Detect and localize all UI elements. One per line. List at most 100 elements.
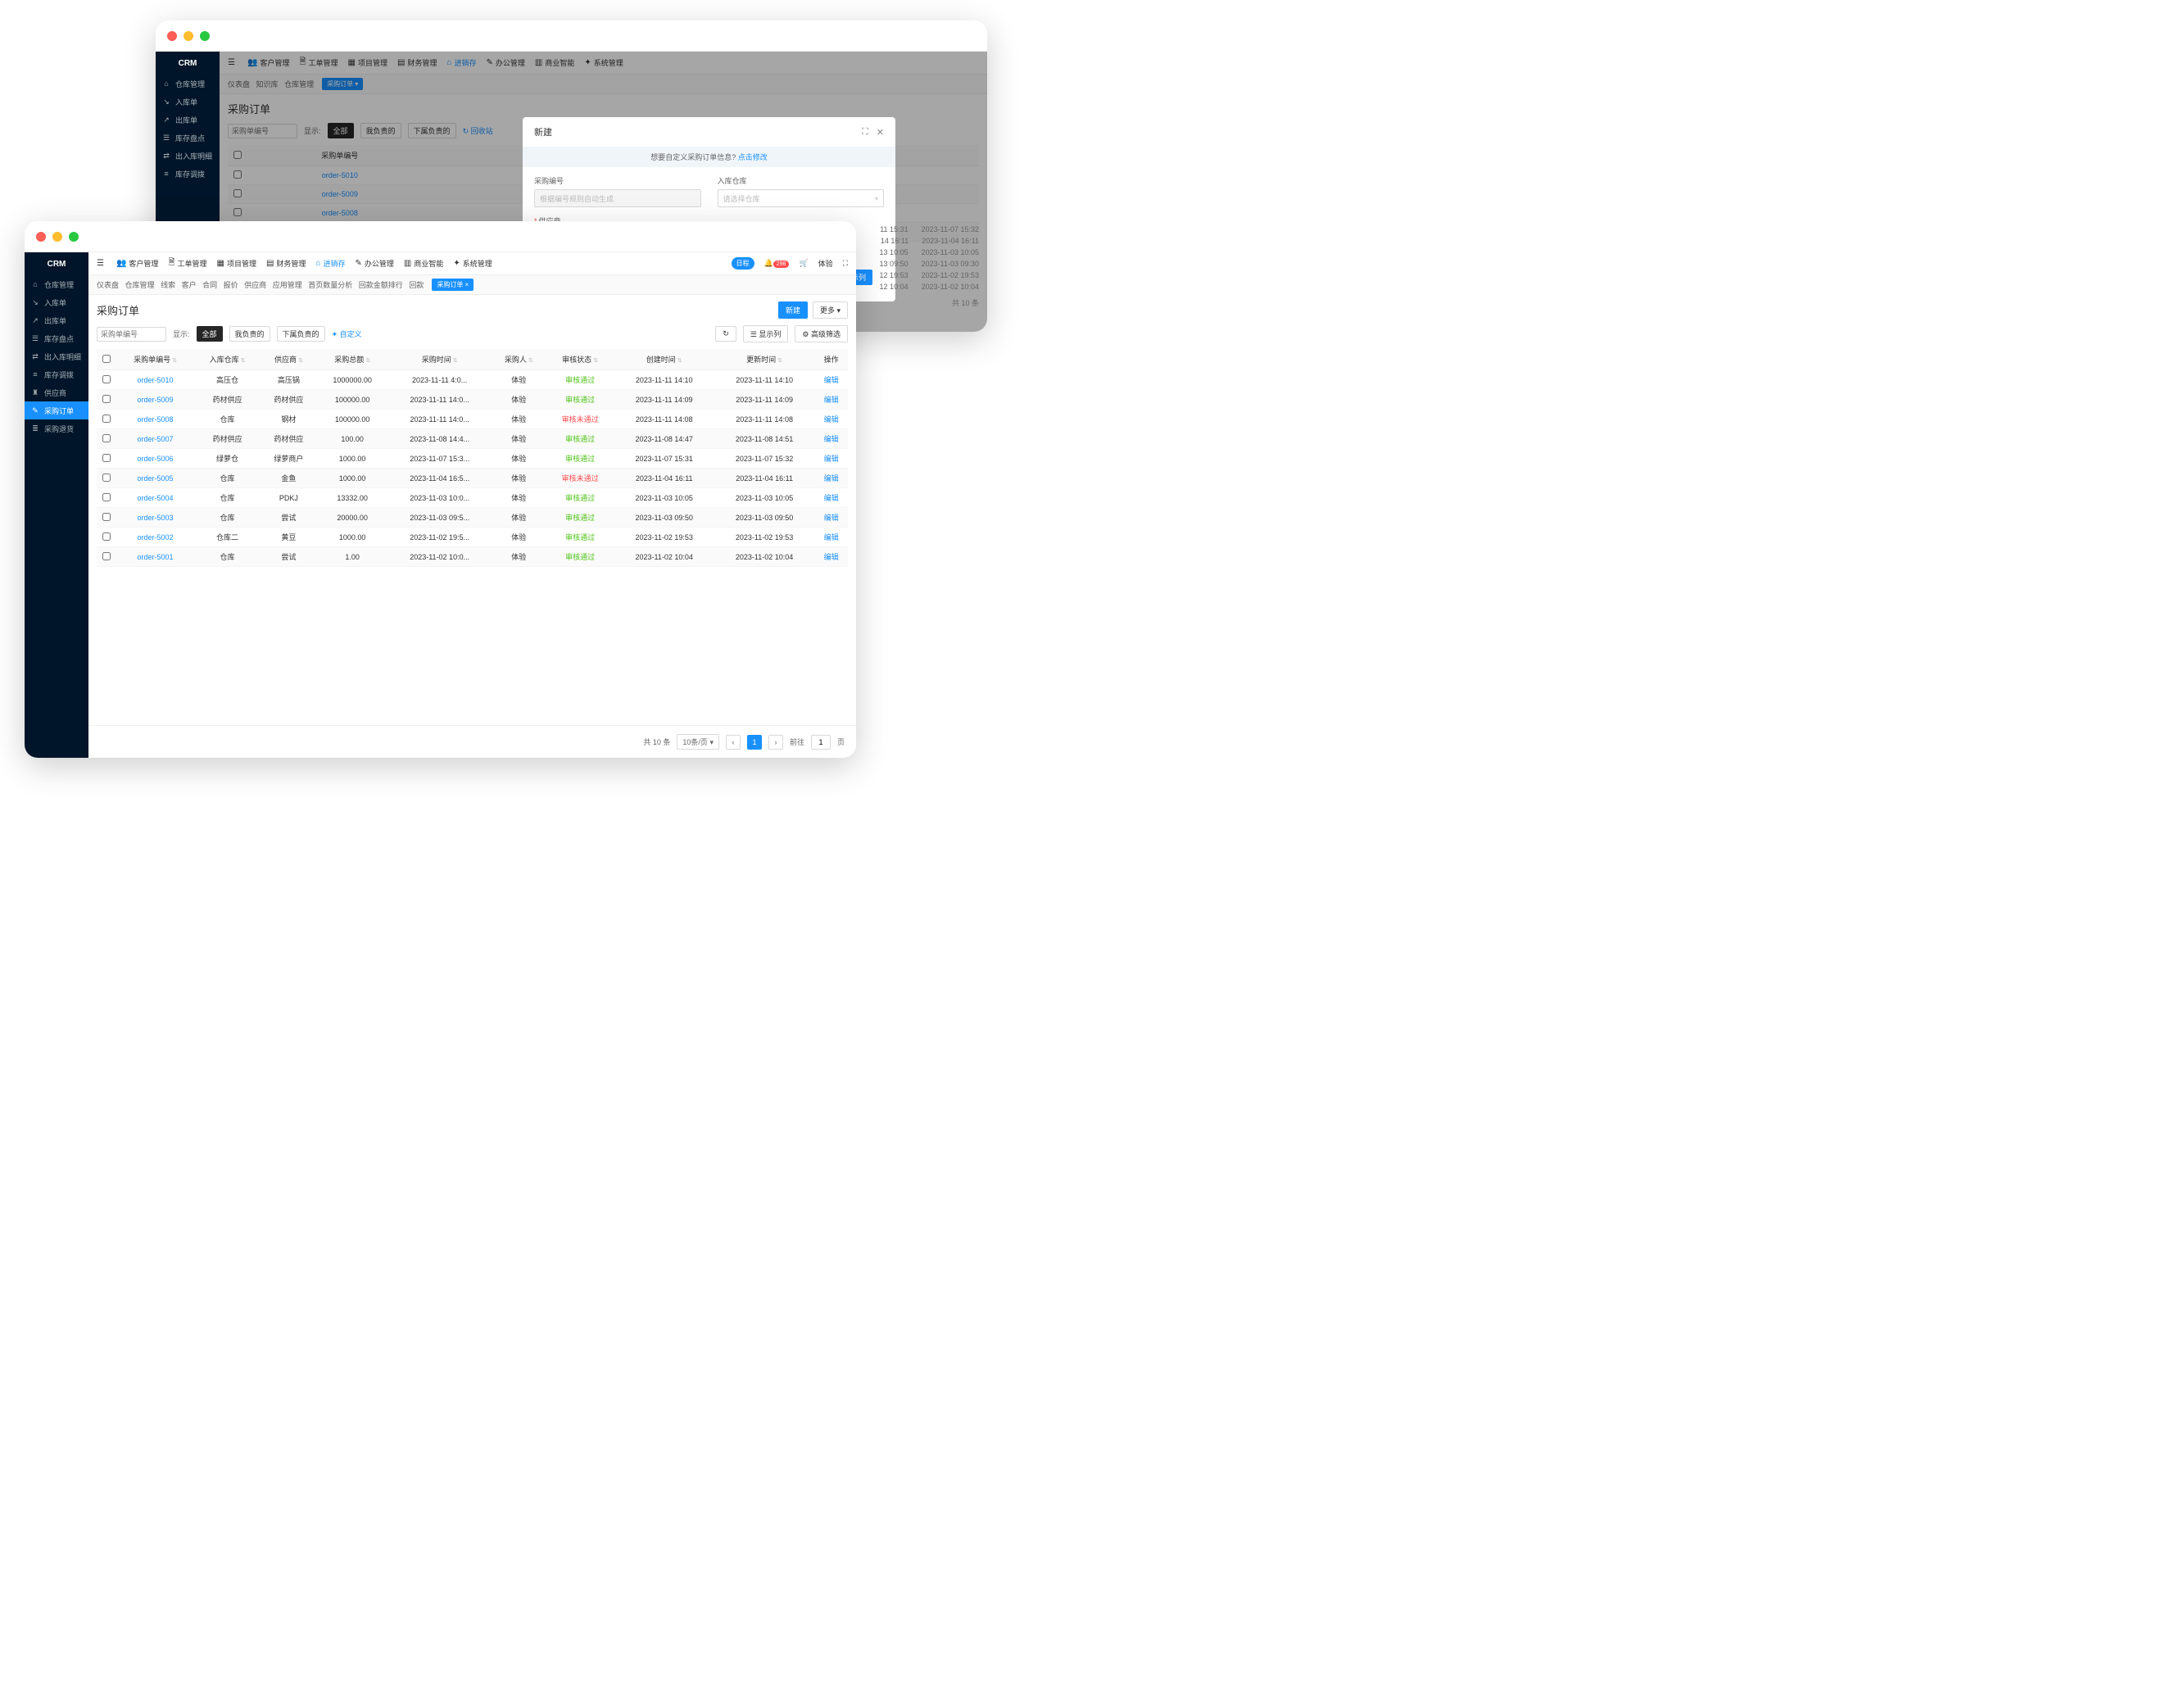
breadcrumb-item[interactable]: 仓库管理 [284, 80, 314, 88]
search-input[interactable] [97, 327, 166, 342]
topnav-item[interactable]: ⌂进销存 [446, 57, 476, 68]
column-header[interactable]: 供应商⇅ [261, 349, 317, 370]
sidebar-item[interactable]: ⇄出入库明细 [156, 147, 220, 165]
close-dot[interactable] [36, 232, 46, 242]
edit-link[interactable]: 编辑 [824, 474, 839, 483]
breadcrumb-item[interactable]: 知识库 [256, 80, 279, 88]
order-link[interactable]: order-5004 [138, 494, 174, 502]
row-checkbox[interactable] [102, 552, 111, 560]
topnav-item[interactable]: ▤财务管理 [266, 258, 306, 269]
filter-all[interactable]: 全部 [328, 123, 354, 138]
row-checkbox[interactable] [102, 434, 111, 442]
topnav-item[interactable]: ▤财务管理 [397, 57, 437, 68]
breadcrumb-item[interactable]: 回款 [409, 281, 424, 289]
sidebar-item[interactable]: ≡库存调拨 [25, 365, 88, 383]
sidebar-item[interactable]: ♜供应商 [25, 383, 88, 401]
row-checkbox[interactable] [102, 533, 111, 541]
search-input[interactable] [228, 124, 297, 138]
filter-sub[interactable]: 下属负责的 [277, 326, 325, 342]
topnav-item[interactable]: 👥客户管理 [247, 57, 289, 68]
topnav-item[interactable]: ✎办公管理 [356, 258, 394, 269]
topnav-item[interactable]: ✦系统管理 [584, 57, 623, 68]
column-header[interactable]: 更新时间⇅ [714, 349, 814, 370]
sidebar-item[interactable]: ↘入库单 [156, 93, 220, 111]
order-link[interactable]: order-5005 [138, 474, 174, 483]
column-header[interactable]: 采购人⇅ [492, 349, 546, 370]
topnav-item[interactable]: ▦项目管理 [348, 57, 387, 68]
new-button[interactable]: 新建 [778, 301, 808, 319]
topnav-item[interactable]: 👥客户管理 [116, 258, 158, 269]
breadcrumb-item[interactable]: 回款金额排行 [359, 281, 403, 289]
order-link[interactable]: order-5010 [138, 376, 174, 384]
row-checkbox[interactable] [102, 474, 111, 482]
edit-link[interactable]: 编辑 [824, 435, 839, 443]
refresh-button[interactable]: ↻ [715, 326, 736, 342]
maximize-dot[interactable] [69, 232, 79, 242]
maximize-dot[interactable] [200, 31, 210, 41]
order-link[interactable]: order-5006 [138, 455, 174, 463]
column-header[interactable]: 创建时间⇅ [614, 349, 714, 370]
edit-link[interactable]: 编辑 [824, 553, 839, 561]
next-page[interactable]: › [768, 735, 783, 750]
sidebar-item[interactable]: ☰库存盘点 [156, 129, 220, 147]
row-checkbox[interactable] [102, 375, 111, 383]
goto-page-input[interactable] [811, 735, 831, 750]
order-link[interactable]: order-5003 [138, 514, 174, 522]
breadcrumb-item[interactable]: 供应商 [244, 281, 266, 289]
topnav-item[interactable]: 🗎工单管理 [299, 56, 338, 70]
order-link[interactable]: order-5002 [138, 533, 174, 542]
breadcrumb-item[interactable]: 首页数量分析 [308, 281, 352, 289]
column-header[interactable]: 采购总额⇅ [317, 349, 388, 370]
row-checkbox[interactable] [102, 454, 111, 462]
notification-bell-icon[interactable]: 🔔298 [764, 259, 790, 268]
edit-link[interactable]: 编辑 [824, 415, 839, 424]
topnav-item[interactable]: ☰ [228, 58, 238, 67]
breadcrumb-item[interactable]: 客户 [182, 281, 197, 289]
sidebar-item[interactable]: ≡库存调拨 [156, 165, 220, 183]
filter-mine[interactable]: 我负责的 [360, 123, 401, 138]
column-header[interactable]: 采购时间⇅ [388, 349, 492, 370]
row-checkbox[interactable] [102, 415, 111, 423]
topnav-item[interactable]: 🗎工单管理 [168, 256, 206, 270]
sidebar-item[interactable]: ↗出库单 [25, 311, 88, 329]
warehouse-select[interactable]: 请选择仓库▾ [718, 189, 885, 207]
column-header[interactable]: 入库仓库⇅ [194, 349, 261, 370]
order-link[interactable]: order-5009 [138, 396, 174, 404]
minimize-dot[interactable] [52, 232, 62, 242]
page-1[interactable]: 1 [747, 735, 762, 750]
order-link[interactable]: order-5008 [138, 415, 174, 424]
breadcrumb-item[interactable]: 线索 [161, 281, 175, 289]
page-size-select[interactable]: 10条/页 ▾ [677, 734, 719, 750]
edit-link[interactable]: 编辑 [824, 455, 839, 463]
breadcrumb-item[interactable]: 仪表盘 [228, 80, 250, 88]
active-tab-tag[interactable]: 采购订单 × [432, 279, 474, 291]
edit-link[interactable]: 编辑 [824, 376, 839, 384]
topnav-item[interactable]: ✦系统管理 [453, 258, 492, 269]
breadcrumb-item[interactable]: 合同 [202, 281, 217, 289]
breadcrumb-item[interactable]: 报价 [224, 281, 238, 289]
row-checkbox[interactable] [102, 513, 111, 521]
breadcrumb-item[interactable]: 仓库管理 [125, 281, 155, 289]
sidebar-item[interactable]: ⌂仓库管理 [25, 275, 88, 293]
sidebar-item[interactable]: ↗出库单 [156, 111, 220, 129]
sidebar-item[interactable]: ⇄出入库明细 [25, 347, 88, 365]
close-icon[interactable]: ✕ [877, 127, 884, 138]
topnav-item[interactable]: ▥商业智能 [535, 57, 574, 68]
topnav-item[interactable]: ✎办公管理 [487, 57, 525, 68]
edit-link[interactable]: 编辑 [824, 396, 839, 404]
custom-filter-link[interactable]: ✦ 自定义 [332, 329, 362, 339]
sidebar-item[interactable]: ✎采购订单 [25, 401, 88, 419]
customize-link[interactable]: 点击修改 [738, 153, 768, 161]
filter-all[interactable]: 全部 [197, 326, 223, 342]
sidebar-item[interactable]: ☰库存盘点 [25, 329, 88, 347]
topnav-item[interactable]: ▥商业智能 [404, 258, 443, 269]
prev-page[interactable]: ‹ [726, 735, 741, 750]
close-dot[interactable] [167, 31, 177, 41]
recycle-link[interactable]: ↻ 回收站 [463, 125, 493, 136]
minimize-dot[interactable] [184, 31, 193, 41]
breadcrumb-item[interactable]: 仪表盘 [97, 281, 119, 289]
breadcrumb-item[interactable]: 应用管理 [273, 281, 302, 289]
expand-icon[interactable]: ⛶ [862, 127, 868, 138]
topnav-item[interactable]: ⌂进销存 [315, 258, 345, 269]
edit-link[interactable]: 编辑 [824, 533, 839, 542]
